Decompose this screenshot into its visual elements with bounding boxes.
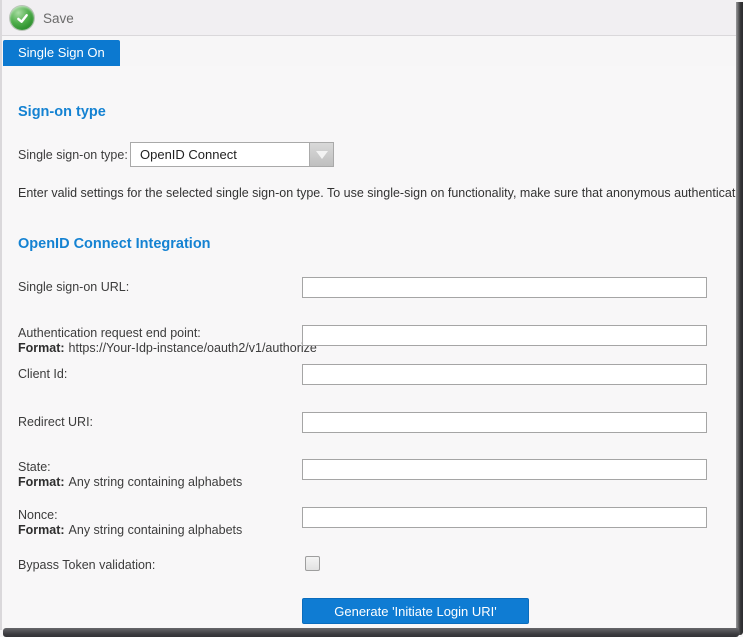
save-check-icon xyxy=(10,6,34,30)
window-left-border xyxy=(0,0,2,630)
state-format-hint: Format:Any string containing alphabets xyxy=(18,475,242,490)
state-input[interactable] xyxy=(302,459,707,480)
nonce-format-hint: Format:Any string containing alphabets xyxy=(18,523,242,538)
nonce-label: Nonce: Format:Any string containing alph… xyxy=(18,508,242,538)
redirect-uri-input[interactable] xyxy=(302,412,707,433)
client-id-label: Client Id: xyxy=(18,367,67,382)
sso-url-label: Single sign-on URL: xyxy=(18,280,129,295)
auth-endpoint-label-text: Authentication request end point: xyxy=(18,326,317,341)
nonce-input[interactable] xyxy=(302,507,707,528)
auth-endpoint-format-hint: Format:https://Your-Idp-instance/oauth2/… xyxy=(18,341,317,356)
save-button[interactable]: Save xyxy=(10,5,82,31)
sso-settings-window: Save Single Sign On Sign-on type Single … xyxy=(0,0,743,637)
auth-endpoint-input[interactable] xyxy=(302,325,707,346)
signon-type-selected-value: OpenID Connect xyxy=(140,143,237,166)
sso-url-input[interactable] xyxy=(302,277,707,298)
bypass-token-label: Bypass Token validation: xyxy=(18,558,155,573)
signon-type-label: Single sign-on type: xyxy=(18,148,128,163)
nonce-label-text: Nonce: xyxy=(18,508,242,523)
chevron-down-icon[interactable] xyxy=(309,143,333,166)
signon-type-dropdown[interactable]: OpenID Connect xyxy=(130,142,334,167)
redirect-uri-label: Redirect URI: xyxy=(18,415,93,430)
save-button-label: Save xyxy=(43,11,74,26)
state-label: State: Format:Any string containing alph… xyxy=(18,460,242,490)
generate-initiate-login-uri-button[interactable]: Generate 'Initiate Login URI' xyxy=(302,598,529,624)
window-bottom-border xyxy=(3,628,739,637)
bypass-token-checkbox[interactable] xyxy=(305,556,320,571)
auth-endpoint-label: Authentication request end point: Format… xyxy=(18,326,317,356)
state-label-text: State: xyxy=(18,460,242,475)
signon-type-heading: Sign-on type xyxy=(18,104,106,120)
tab-single-sign-on[interactable]: Single Sign On xyxy=(3,40,120,66)
signon-description-text: Enter valid settings for the selected si… xyxy=(18,186,736,200)
client-id-input[interactable] xyxy=(302,364,707,385)
oidc-integration-heading: OpenID Connect Integration xyxy=(18,236,211,252)
window-right-border xyxy=(736,2,743,635)
toolbar: Save xyxy=(2,0,736,36)
settings-content-panel: Sign-on type Single sign-on type: OpenID… xyxy=(2,66,736,627)
